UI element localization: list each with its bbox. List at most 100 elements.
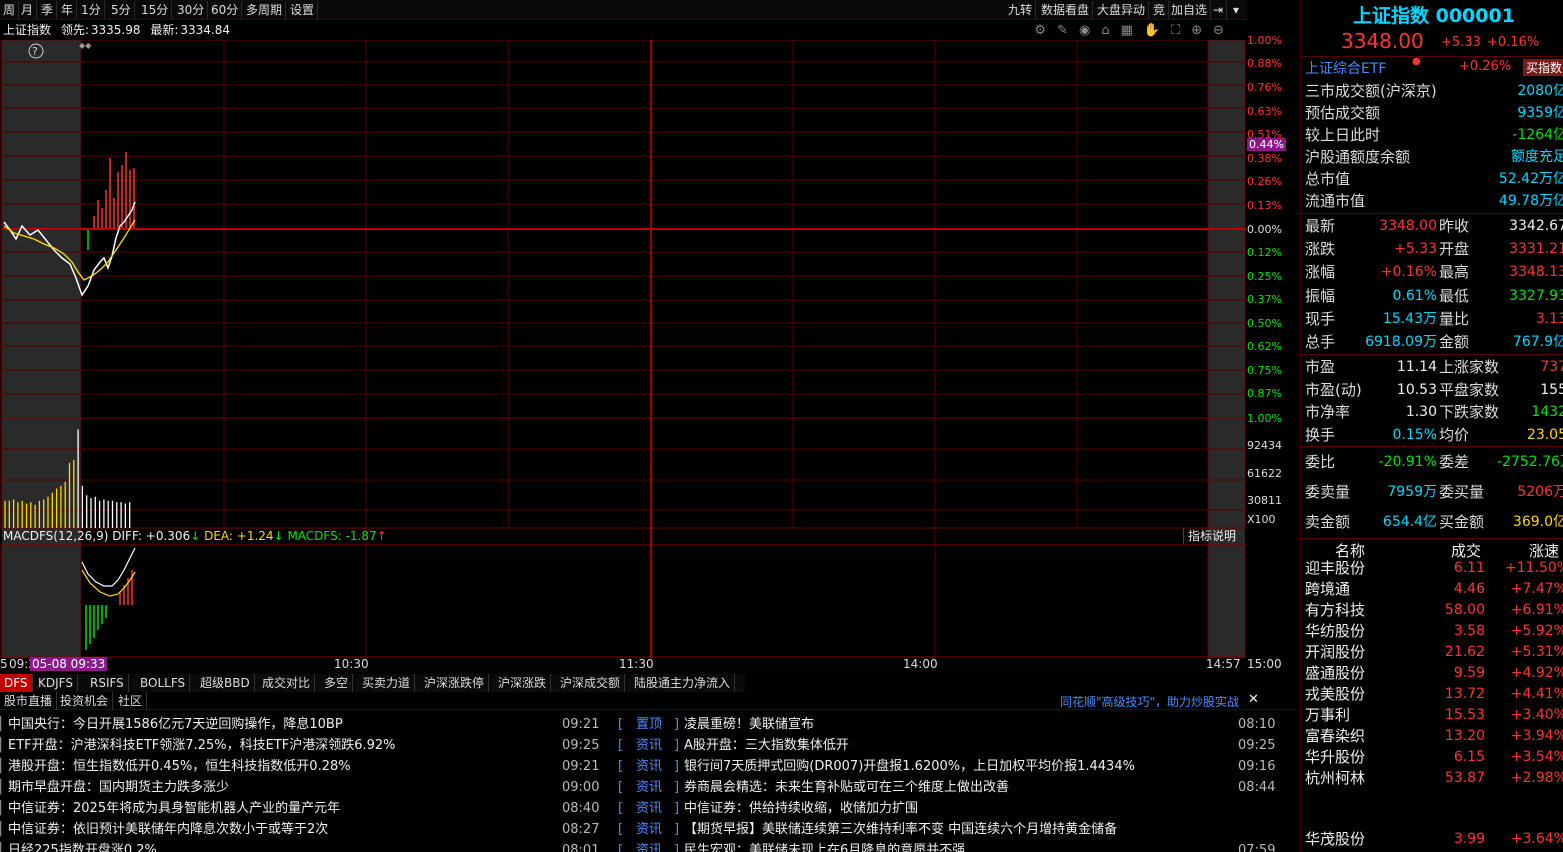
news-tag[interactable]: 资讯 bbox=[636, 777, 662, 798]
eye-icon[interactable]: ◉ bbox=[1079, 23, 1095, 38]
news-headline[interactable]: 中国央行：今日开展1586亿元7天逆回购操作，降息10BP bbox=[8, 714, 343, 735]
stock-row[interactable]: 戎美股份 13.72 +4.41% bbox=[1305, 684, 1563, 705]
news-row[interactable]: ▏ 中信证券：依旧预计美联储年内降息次数小于或等于2次 08:27[资讯] 【期货早报… bbox=[0, 819, 1300, 840]
indicator-explain-button[interactable]: 指标说明 bbox=[1183, 528, 1236, 544]
news-headline[interactable]: 中信证券：2025年将成为具身智能机器人产业的量产元年 bbox=[8, 798, 340, 819]
grid-icon[interactable]: ▦ bbox=[1121, 23, 1138, 38]
gear-icon[interactable]: ⚙ bbox=[1034, 23, 1051, 38]
stock-row[interactable]: 富春染织 13.20 +3.94% bbox=[1305, 726, 1563, 747]
stock-row[interactable]: 万事利 15.53 +3.40% bbox=[1305, 705, 1563, 726]
stock-name[interactable]: 有方科技 bbox=[1305, 600, 1365, 621]
tab-limit-updown[interactable]: 沪深涨跌停 bbox=[420, 674, 490, 692]
news-tag[interactable]: 资讯 bbox=[636, 735, 662, 756]
period-15min-button[interactable]: 15分 bbox=[138, 1, 173, 19]
stock-name[interactable]: 盛通股份 bbox=[1305, 663, 1365, 684]
news-headline[interactable]: 凌晨重磅！美联储宣布 bbox=[684, 714, 814, 735]
zoom-in-icon[interactable]: ⊕ bbox=[1191, 23, 1207, 38]
news-headline[interactable]: 【期货早报】美联储连续第三次维持利率不变 中国连续六个月增持黄金储备 bbox=[684, 819, 1117, 840]
period-week-button[interactable]: 周 bbox=[0, 1, 20, 19]
tab-opportunity[interactable]: 投资机会 bbox=[56, 692, 114, 710]
stock-row[interactable]: 华茂股份 3.99 +3.64% bbox=[1305, 829, 1563, 850]
tab-super-bbd[interactable]: 超级BBD bbox=[196, 674, 255, 692]
buy-index-button[interactable]: 买指数 bbox=[1523, 59, 1563, 76]
tab-kdjfs[interactable]: KDJFS bbox=[34, 674, 78, 692]
period-30min-button[interactable]: 30分 bbox=[174, 1, 209, 19]
settings-button[interactable]: 设置 bbox=[287, 1, 319, 19]
close-icon[interactable]: ✕ bbox=[1248, 692, 1259, 707]
stock-name[interactable]: 富春染织 bbox=[1305, 726, 1365, 747]
tab-rsifs[interactable]: RSIFS bbox=[86, 674, 129, 692]
period-month-button[interactable]: 月 bbox=[18, 1, 38, 19]
news-headline[interactable]: 港股开盘：恒生指数低开0.45%，恒生科技指数低开0.28% bbox=[8, 756, 351, 777]
stock-name[interactable]: 跨境通 bbox=[1305, 579, 1350, 600]
period-1min-button[interactable]: 1分 bbox=[78, 1, 105, 19]
intraday-chart[interactable]: ? ◆◆ bbox=[0, 40, 1247, 658]
stock-name[interactable]: 开润股份 bbox=[1305, 642, 1365, 663]
tab-volume-compare[interactable]: 成交对比 bbox=[258, 674, 316, 692]
stock-row[interactable]: 有方科技 58.00 +6.91% bbox=[1305, 600, 1563, 621]
news-tag[interactable]: 资讯 bbox=[636, 756, 662, 777]
news-headline[interactable]: 券商晨会精选：未来生育补贴或可在三个维度上做出改善 bbox=[684, 777, 1009, 798]
news-headline[interactable]: 日经225指数开盘涨0.2% bbox=[8, 840, 157, 852]
tab-bollfs[interactable]: BOLLFS bbox=[136, 674, 191, 692]
hand-icon[interactable]: ✋ bbox=[1144, 23, 1165, 38]
promo-link[interactable]: 同花顺"高级技巧"，助力炒股实战 bbox=[1060, 693, 1239, 710]
tab-long-short[interactable]: 多空 bbox=[320, 674, 354, 692]
stock-row[interactable]: 盛通股份 9.59 +4.92% bbox=[1305, 663, 1563, 684]
news-tag[interactable]: 资讯 bbox=[636, 798, 662, 819]
tab-live[interactable]: 股市直播 bbox=[0, 692, 58, 710]
news-row[interactable]: ▏ ETF开盘：沪港深科技ETF领涨7.25%，科技ETF沪港深领跌6.92% 09… bbox=[0, 735, 1300, 756]
multi-period-button[interactable]: 多周期 bbox=[243, 1, 287, 19]
news-row[interactable]: ▏ 日经225指数开盘涨0.2% 08:01[资讯] 民生宏观：美联储未现上在6月降息… bbox=[0, 840, 1300, 852]
zoom-out-icon[interactable]: ⊖ bbox=[1213, 23, 1229, 38]
news-row[interactable]: ▏ 期市早盘开盘：国内期货主力跌多涨少 09:00[资讯] 券商晨会精选：未来生育补贴… bbox=[0, 777, 1300, 798]
tab-community[interactable]: 社区 bbox=[114, 692, 148, 710]
news-row[interactable]: ▏ 中国央行：今日开展1586亿元7天逆回购操作，降息10BP 09:21[置顶] 凌… bbox=[0, 714, 1300, 735]
news-headline[interactable]: 银行间7天质押式回购(DR007)开盘报1.6200%，上日加权平均价报1.44… bbox=[684, 756, 1135, 777]
market-alert-button[interactable]: 大盘异动 bbox=[1094, 1, 1150, 19]
news-headline[interactable]: 中信证券：依旧预计美联储年内降息次数小于或等于2次 bbox=[8, 819, 328, 840]
stock-row[interactable]: 迎丰股份 6.11 +11.50% bbox=[1305, 558, 1563, 579]
tab-northbound-flow[interactable]: 陆股通主力净流入 bbox=[630, 674, 736, 692]
news-tag[interactable]: 置顶 bbox=[636, 714, 662, 735]
stock-name[interactable]: 杭州柯林 bbox=[1305, 768, 1365, 789]
jiuzhuan-button[interactable]: 九转 bbox=[1005, 1, 1037, 19]
tab-buy-sell-force[interactable]: 买卖力道 bbox=[358, 674, 416, 692]
stock-row[interactable]: 杭州柯林 53.87 +2.98% bbox=[1305, 768, 1563, 789]
add-watchlist-button[interactable]: 加自选 bbox=[1168, 1, 1212, 19]
period-5min-button[interactable]: 5分 bbox=[108, 1, 135, 19]
news-headline[interactable]: ETF开盘：沪港深科技ETF领涨7.25%，科技ETF沪港深领跌6.92% bbox=[8, 735, 396, 756]
auction-button[interactable]: 竞 bbox=[1150, 1, 1170, 19]
stock-name[interactable]: 戎美股份 bbox=[1305, 684, 1365, 705]
tab-rise-fall[interactable]: 沪深涨跌 bbox=[494, 674, 552, 692]
period-year-button[interactable]: 年 bbox=[58, 1, 78, 19]
tab-macdfs[interactable]: DFS bbox=[0, 674, 33, 692]
stock-name[interactable]: 华茂股份 bbox=[1305, 829, 1365, 850]
draw-pen-icon[interactable]: ✎ bbox=[1057, 23, 1073, 38]
stock-name[interactable]: 华纺股份 bbox=[1305, 621, 1365, 642]
stock-row[interactable]: 跨境通 4.46 +7.47% bbox=[1305, 579, 1563, 600]
news-headline[interactable]: 期市早盘开盘：国内期货主力跌多涨少 bbox=[8, 777, 229, 798]
news-tag[interactable]: 资讯 bbox=[636, 840, 662, 852]
news-headline[interactable]: A股开盘：三大指数集体低开 bbox=[684, 735, 849, 756]
stock-name[interactable]: 迎丰股份 bbox=[1305, 558, 1365, 579]
stock-row[interactable]: 华升股份 6.15 +3.54% bbox=[1305, 747, 1563, 768]
data-board-button[interactable]: 数据看盘 bbox=[1038, 1, 1094, 19]
stock-name[interactable]: 万事利 bbox=[1305, 705, 1350, 726]
period-60min-button[interactable]: 60分 bbox=[208, 1, 243, 19]
news-row[interactable]: ▏ 港股开盘：恒生指数低开0.45%，恒生科技指数低开0.28% 09:21[资讯]… bbox=[0, 756, 1300, 777]
tab-turnover[interactable]: 沪深成交额 bbox=[556, 674, 626, 692]
collapse-panel-icon[interactable]: ⇥ bbox=[1210, 1, 1228, 19]
news-headline[interactable]: 中信证券：供给持续收缩，收储加力扩围 bbox=[684, 798, 918, 819]
stock-name[interactable]: 华升股份 bbox=[1305, 747, 1365, 768]
news-tag[interactable]: 资讯 bbox=[636, 819, 662, 840]
stock-row[interactable]: 开润股份 21.62 +5.31% bbox=[1305, 642, 1563, 663]
lock-icon[interactable]: ⌂ bbox=[1101, 23, 1114, 38]
news-headline[interactable]: 民生宏观：美联储未现上在6月降息的意愿并不强 bbox=[684, 840, 965, 852]
stock-row[interactable]: 华纺股份 3.58 +5.92% bbox=[1305, 621, 1563, 642]
news-row[interactable]: ▏ 中信证券：2025年将成为具身智能机器人产业的量产元年 08:40[资讯] 中信证… bbox=[0, 798, 1300, 819]
dropdown-chevron-icon[interactable]: ▾ bbox=[1230, 1, 1242, 19]
period-quarter-button[interactable]: 季 bbox=[38, 1, 58, 19]
fullscreen-icon[interactable]: ⛶ bbox=[1171, 23, 1185, 38]
etf-link[interactable]: 上证综合ETF bbox=[1305, 58, 1386, 78]
